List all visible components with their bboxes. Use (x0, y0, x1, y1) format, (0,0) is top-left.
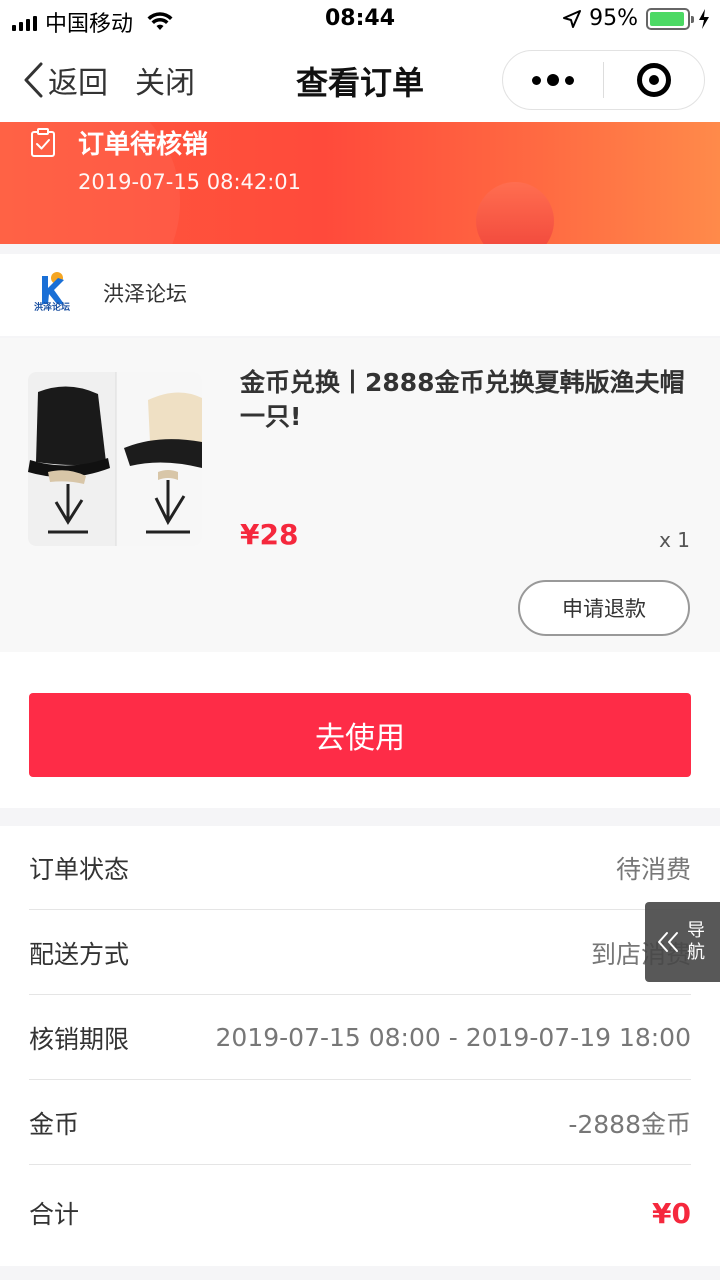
charging-bolt-icon (699, 8, 709, 29)
use-button[interactable]: 去使用 (29, 693, 691, 777)
detail-label: 配送方式 (29, 939, 130, 969)
status-bar: 中国移动 08:44 95% (0, 0, 720, 40)
double-chevron-left-icon (658, 932, 678, 952)
detail-row-coins: 金币 -2888金币 (29, 1081, 691, 1165)
more-dot-icon (565, 75, 574, 85)
detail-label: 核销期限 (29, 1024, 130, 1054)
back-button[interactable]: 返回 (22, 58, 108, 102)
detail-row-validity: 核销期限 2019-07-15 08:00 - 2019-07-19 18:00 (29, 996, 691, 1080)
order-total: ¥0 (652, 1196, 691, 1230)
floating-nav-label: 导航 (687, 920, 705, 963)
mini-program-capsule (502, 50, 705, 110)
close-label: 关闭 (135, 66, 195, 101)
battery-fill (650, 11, 685, 26)
order-details: 订单状态 待消费 配送方式 到店消费 核销期限 2019-07-15 08:00… (0, 826, 720, 1266)
order-status-banner: 订单待核销 2019-07-15 08:42:01 (0, 122, 720, 244)
use-area: 去使用 (0, 652, 720, 808)
detail-label: 订单状态 (29, 854, 130, 884)
product-price: ¥28 (240, 518, 299, 551)
detail-row-status: 订单状态 待消费 (29, 826, 691, 910)
shop-name: 洪泽论坛 (103, 282, 187, 306)
shop-logo-text: 洪泽论坛 (33, 303, 70, 313)
order-status-title: 订单待核销 (78, 130, 209, 160)
product-card: 金币兑换丨2888金币兑换夏韩版渔夫帽一只! ¥28 x 1 申请退款 (0, 338, 720, 652)
product-image[interactable] (28, 372, 202, 546)
nav-bar: 返回 关闭 查看订单 (0, 40, 720, 122)
banner-decoration (476, 182, 554, 244)
clipboard-check-icon (31, 128, 55, 157)
product-title: 金币兑换丨2888金币兑换夏韩版渔夫帽一只! (240, 368, 685, 431)
detail-value: 2019-07-15 08:00 - 2019-07-19 18:00 (215, 1023, 691, 1052)
status-right: 95% (563, 6, 710, 31)
back-label: 返回 (48, 66, 108, 101)
refund-button[interactable]: 申请退款 (518, 580, 690, 636)
more-dot-icon (532, 75, 541, 85)
close-button[interactable]: 关闭 (135, 58, 195, 102)
floating-nav-button[interactable]: 导航 (645, 902, 720, 982)
detail-label: 合计 (29, 1200, 80, 1229)
detail-label: 金币 (29, 1109, 80, 1139)
product-quantity: x 1 (659, 528, 690, 552)
more-dot-icon (547, 74, 559, 86)
detail-row-delivery: 配送方式 到店消费 (29, 911, 691, 995)
detail-row-total: 合计 ¥0 (29, 1171, 691, 1255)
order-timestamp: 2019-07-15 08:42:01 (78, 170, 302, 194)
battery-icon (646, 7, 694, 30)
detail-value: 待消费 (615, 854, 691, 884)
location-arrow-icon (563, 9, 582, 28)
chevron-left-icon (24, 62, 43, 98)
exit-mini-program-button[interactable] (604, 51, 704, 109)
shop-row[interactable]: 洪泽论坛 洪泽论坛 (0, 254, 720, 336)
bucket-hat-image (28, 372, 202, 546)
detail-value: -2888金币 (568, 1109, 691, 1139)
battery-percent: 95% (589, 6, 638, 31)
target-icon (637, 63, 671, 97)
more-menu-button[interactable] (503, 51, 603, 109)
